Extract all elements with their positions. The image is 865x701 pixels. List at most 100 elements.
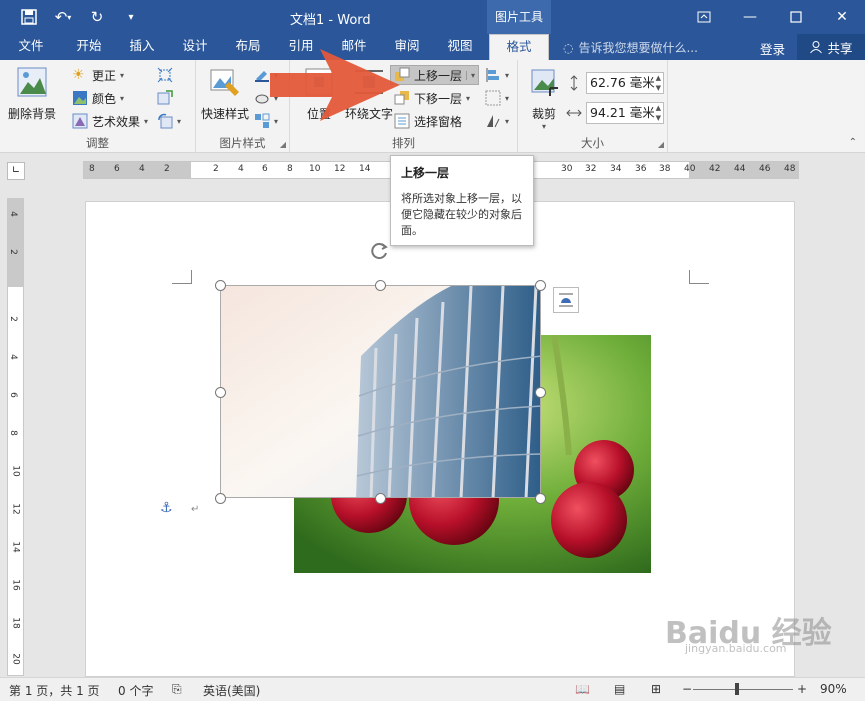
minimize-icon: — [743, 9, 757, 25]
size-launcher-icon[interactable]: ◢ [658, 140, 664, 149]
resize-handle-sw[interactable] [215, 493, 226, 504]
undo-button[interactable]: ↶ ▾ [48, 5, 78, 29]
ruler-num: 6 [262, 164, 268, 174]
proofing-icon[interactable]: ⎘ [172, 682, 182, 697]
tooltip-title: 上移一层 [401, 166, 450, 180]
word-count[interactable]: 0 个字 [118, 682, 153, 699]
artistic-effects-button[interactable]: 艺术效果 ▾ [72, 111, 148, 131]
tab-design[interactable]: 设计 [174, 34, 216, 60]
resize-handle-w[interactable] [215, 387, 226, 398]
language-indicator[interactable]: 英语(美国) [203, 682, 260, 699]
tab-layout[interactable]: 布局 [227, 34, 269, 60]
tab-file[interactable]: 文件 [10, 34, 52, 60]
redo-button[interactable]: ↻ [82, 5, 112, 29]
bring-forward-dropdown-icon[interactable]: ▾ [466, 70, 475, 80]
close-button[interactable]: ✕ [819, 0, 865, 34]
ruler-num: 44 [734, 164, 746, 174]
baidu-watermark-url: jingyan.baidu.com [685, 642, 787, 655]
zoom-out-icon[interactable]: − [682, 682, 692, 696]
group-arrange-label: 排列 [392, 136, 415, 150]
vertical-ruler[interactable]: 4 2 2 4 6 8 10 12 14 16 18 20 [7, 198, 24, 676]
quick-styles-button[interactable]: 快速样式 [198, 66, 252, 122]
ruler-num: 2 [213, 164, 219, 174]
resize-handle-s[interactable] [375, 493, 386, 504]
height-spinner-icon[interactable]: ▲ ▼ [656, 73, 661, 93]
reset-picture-button[interactable]: ▾ [157, 111, 181, 131]
zoom-slider[interactable] [693, 689, 793, 690]
resize-handle-ne[interactable] [535, 280, 546, 291]
print-layout-icon[interactable]: ▤ [614, 682, 625, 696]
color-button[interactable]: 颜色 ▾ [72, 88, 124, 108]
tab-insert[interactable]: 插入 [121, 34, 163, 60]
width-label-icon [566, 103, 582, 123]
send-backward-label: 下移一层 [414, 91, 463, 106]
send-backward-button[interactable]: 下移一层 ▾ [394, 88, 470, 108]
sun-icon: ☀ [72, 67, 85, 83]
bring-forward-tooltip: 上移一层 将所选对象上移一层，以便它隐藏在较少的对象后面。 [390, 155, 534, 246]
change-picture-icon [157, 90, 173, 105]
customize-qat-button[interactable]: ▾ [116, 5, 146, 29]
web-layout-icon[interactable]: ⊞ [651, 682, 661, 696]
resize-handle-nw[interactable] [215, 280, 226, 291]
ruler-num: 6 [7, 392, 18, 398]
picture-tools-label: 图片工具 [487, 0, 551, 34]
height-value: 62.76 毫米 [590, 75, 655, 90]
zoom-slider-thumb[interactable] [735, 683, 739, 695]
remove-background-button[interactable]: 删除背景 [5, 66, 59, 122]
resize-handle-n[interactable] [375, 280, 386, 291]
margin-corner [689, 270, 709, 284]
share-button[interactable]: 共享 [797, 34, 865, 60]
maximize-button[interactable] [773, 0, 819, 34]
maximize-icon [790, 11, 802, 23]
ruler-num: 4 [238, 164, 244, 174]
width-input[interactable]: 94.21 毫米 ▲ ▼ [586, 102, 664, 124]
change-picture-button[interactable] [157, 88, 173, 108]
undo-icon: ↶ [54, 8, 68, 26]
minimize-button[interactable]: — [727, 0, 773, 34]
tab-view[interactable]: 视图 [439, 34, 481, 60]
window-title: 文档1 - Word [290, 13, 371, 28]
person-icon [810, 41, 823, 54]
ruler-num: 4 [7, 211, 18, 217]
resize-handle-e[interactable] [535, 387, 546, 398]
picture-border-icon [255, 71, 269, 82]
compress-pictures-button[interactable] [157, 65, 173, 85]
ruler-num: 8 [89, 164, 95, 174]
collapse-ribbon-icon[interactable]: ⌃ [849, 137, 857, 148]
red-arrow-annotation [270, 49, 400, 121]
layout-options-icon [559, 293, 573, 307]
customize-icon: ▾ [128, 11, 134, 23]
crop-button[interactable]: 裁剪 ▾ [524, 66, 564, 131]
save-button[interactable] [14, 5, 44, 29]
corrections-button[interactable]: ☀ 更正 ▾ [72, 65, 124, 85]
quick-styles-label: 快速样式 [200, 107, 249, 121]
width-spinner-icon[interactable]: ▲ ▼ [656, 103, 661, 123]
ribbon-display-button[interactable] [681, 0, 727, 34]
tab-selector[interactable]: ∟ [7, 162, 25, 180]
layout-options-button[interactable] [553, 287, 579, 313]
rotate-button[interactable]: ▾ [485, 111, 509, 131]
group-picture-styles-label: 图片样式 [219, 136, 266, 150]
login-link[interactable]: 登录 [760, 39, 785, 58]
rotate-handle[interactable] [370, 241, 390, 261]
read-mode-icon[interactable]: 📖 [575, 682, 590, 696]
group-objects-button[interactable]: ▾ [485, 88, 509, 108]
ruler-num: 30 [561, 164, 573, 174]
zoom-level[interactable]: 90% [820, 682, 847, 696]
height-label-icon [566, 73, 582, 93]
ruler-num: 48 [784, 164, 796, 174]
building-picture[interactable] [220, 285, 541, 498]
group-adjust: 删除背景 ☀ 更正 ▾ 颜色 ▾ 艺术效果 ▾ ▾ 调整 [0, 60, 196, 153]
zoom-in-icon[interactable]: + [797, 682, 807, 696]
redo-icon: ↻ [90, 8, 104, 26]
page-count[interactable]: 第 1 页，共 1 页 [9, 682, 100, 699]
tell-me-search[interactable]: ◌ 告诉我您想要做什么... [563, 39, 698, 56]
picture-styles-launcher-icon[interactable]: ◢ [280, 140, 286, 149]
reset-picture-icon [158, 113, 173, 129]
align-button[interactable]: ▾ [485, 65, 509, 85]
resize-handle-se[interactable] [535, 493, 546, 504]
tab-format[interactable]: 格式 [489, 34, 549, 60]
height-input[interactable]: 62.76 毫米 ▲ ▼ [586, 72, 664, 94]
ruler-num: 34 [610, 164, 622, 174]
tab-home[interactable]: 开始 [68, 34, 110, 60]
